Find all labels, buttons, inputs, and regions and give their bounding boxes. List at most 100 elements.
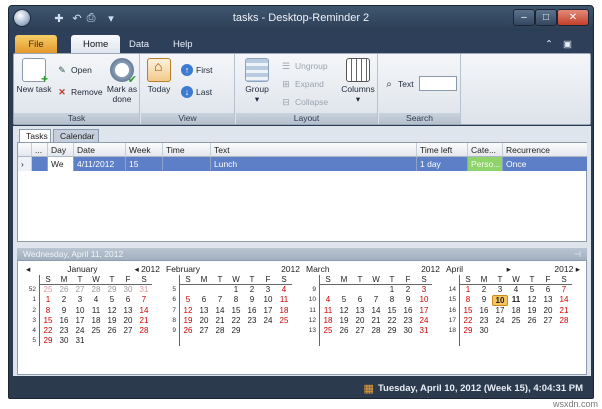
calendar-day[interactable]: 7 (136, 295, 152, 305)
col-header-extra[interactable]: ... (32, 143, 48, 157)
last-button[interactable]: ↓ Last (181, 86, 212, 98)
calendar-day[interactable]: 6 (120, 295, 136, 305)
calendar-day[interactable]: 26 (104, 326, 120, 336)
new-task-button[interactable]: + New task (16, 58, 52, 94)
calendar-day[interactable]: 29 (228, 326, 244, 336)
calendar-day[interactable]: 4 (276, 285, 292, 295)
ribbon-collapse-icon[interactable]: ⌃ (545, 35, 553, 53)
calendar-day[interactable]: 18 (88, 316, 104, 326)
calendar-day[interactable]: 12 (336, 306, 352, 316)
calendar-day[interactable]: 22 (228, 316, 244, 326)
col-header-day[interactable]: Day (48, 143, 74, 157)
calendar-day[interactable]: 10 (492, 295, 508, 306)
cell-time[interactable] (163, 157, 211, 171)
today-button[interactable]: ⌂ Today (143, 58, 175, 94)
calendar-day[interactable]: 11 (88, 306, 104, 316)
calendar-day[interactable]: 13 (352, 306, 368, 316)
search-text-input[interactable] (419, 76, 457, 91)
year-control[interactable]: 2012 (421, 264, 440, 274)
next-arrow-icon[interactable]: ▸ (507, 264, 511, 275)
calendar-day[interactable]: 8 (228, 295, 244, 305)
calendar-day[interactable]: 3 (260, 285, 276, 295)
calendar-day[interactable]: 23 (56, 326, 72, 336)
calendar-day[interactable]: 9 (400, 295, 416, 305)
calendar-day[interactable]: 3 (72, 295, 88, 305)
calendar-day[interactable]: 29 (40, 336, 56, 346)
calendar-day[interactable]: 21 (136, 316, 152, 326)
calendar-day[interactable]: 30 (56, 336, 72, 346)
calendar-day[interactable]: 5 (104, 295, 120, 305)
year-control[interactable]: ◂ 2012 (134, 264, 160, 275)
calendar-day[interactable]: 28 (212, 326, 228, 336)
close-button[interactable]: ✕ (557, 9, 589, 26)
calendar-day[interactable]: 28 (88, 285, 104, 295)
minimize-button[interactable]: – (513, 9, 535, 26)
calendar-day[interactable]: 12 (180, 306, 196, 316)
calendar-day[interactable]: 31 (416, 326, 432, 336)
cell-text[interactable]: Lunch (211, 157, 417, 171)
calendar-day[interactable]: 12 (104, 306, 120, 316)
calendar-day[interactable]: 2 (244, 285, 260, 295)
calendar-day[interactable]: 4 (508, 285, 524, 295)
calendar-day[interactable]: 1 (460, 285, 476, 295)
calendar-day[interactable]: 15 (460, 306, 476, 316)
tab-home[interactable]: Home (71, 35, 121, 53)
calendar-day[interactable]: 10 (260, 295, 276, 305)
ungroup-button[interactable]: ☰ Ungroup (280, 60, 328, 72)
calendar-day[interactable]: 21 (368, 316, 384, 326)
calendar-day[interactable]: 12 (524, 295, 540, 305)
col-header-time-left[interactable]: Time left (417, 143, 468, 157)
calendar-day[interactable]: 29 (460, 326, 476, 336)
calendar-day[interactable]: 8 (40, 306, 56, 316)
calendar-day[interactable]: 24 (416, 316, 432, 326)
col-header-category[interactable]: Cate... (468, 143, 503, 157)
calendar-day[interactable]: 10 (416, 295, 432, 305)
first-button[interactable]: ↑ First (181, 64, 213, 76)
open-button[interactable]: ✎ Open (56, 64, 92, 76)
calendar-day[interactable]: 14 (556, 295, 572, 305)
col-header-text[interactable]: Text (211, 143, 417, 157)
calendar-day[interactable]: 20 (196, 316, 212, 326)
calendar-day[interactable]: 25 (88, 326, 104, 336)
calendar-day[interactable]: 31 (136, 285, 152, 295)
calendar-day[interactable]: 27 (540, 316, 556, 326)
calendar-day[interactable]: 6 (196, 295, 212, 305)
calendar-day[interactable]: 26 (56, 285, 72, 295)
calendar-day[interactable]: 21 (212, 316, 228, 326)
calendar-day[interactable]: 5 (180, 295, 196, 305)
calendar-day[interactable]: 17 (72, 316, 88, 326)
calendar-day[interactable]: 29 (104, 285, 120, 295)
calendar-day[interactable]: 9 (476, 295, 492, 305)
group-button[interactable]: Group ▾ (240, 58, 274, 104)
year-control[interactable]: 2012 ▸ (554, 264, 580, 275)
calendar-day[interactable]: 25 (320, 326, 336, 336)
columns-button[interactable]: Columns ▾ (340, 58, 376, 104)
calendar-day[interactable]: 14 (136, 306, 152, 316)
calendar-day[interactable]: 16 (400, 306, 416, 316)
calendar-day[interactable]: 16 (244, 306, 260, 316)
col-header-week[interactable]: Week (126, 143, 163, 157)
calendar-day[interactable]: 30 (476, 326, 492, 336)
calendar-day[interactable]: 22 (40, 326, 56, 336)
year-control[interactable]: 2012 (281, 264, 300, 274)
cell-time-left[interactable]: 1 day (417, 157, 468, 171)
calendar-day[interactable]: 16 (476, 306, 492, 316)
tab-help[interactable]: Help (161, 35, 205, 53)
calendar-day[interactable]: 30 (120, 285, 136, 295)
calendar-day[interactable]: 17 (492, 306, 508, 316)
calendar-day[interactable]: 1 (40, 295, 56, 305)
calendar-day[interactable]: 11 (508, 295, 524, 305)
calendar-day[interactable]: 3 (492, 285, 508, 295)
calendar-day[interactable]: 25 (508, 316, 524, 326)
calendar-day[interactable]: 9 (56, 306, 72, 316)
calendar-day[interactable]: 18 (320, 316, 336, 326)
calendar-day[interactable]: 30 (400, 326, 416, 336)
calendar-day[interactable]: 8 (384, 295, 400, 305)
calendar-day[interactable]: 15 (40, 316, 56, 326)
col-header-time[interactable]: Time (163, 143, 211, 157)
calendar-day[interactable]: 7 (212, 295, 228, 305)
calendar-day[interactable]: 7 (556, 285, 572, 295)
calendar-day[interactable]: 16 (56, 316, 72, 326)
cell-week[interactable]: 15 (126, 157, 163, 171)
calendar-day[interactable]: 25 (276, 316, 292, 326)
